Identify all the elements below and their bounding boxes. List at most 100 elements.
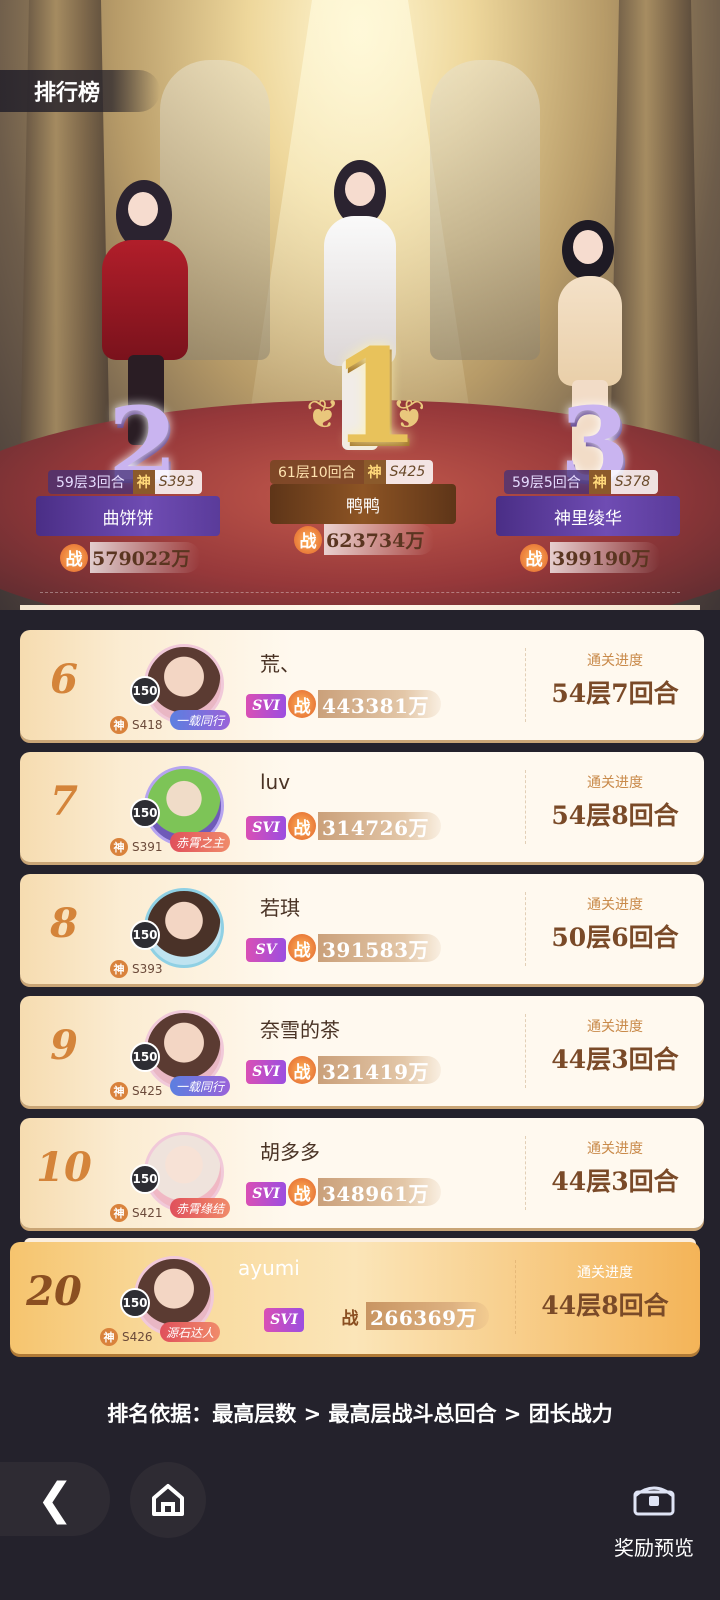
reward-preview-button[interactable]: 奖励预览 (604, 1478, 704, 1561)
row-separator (525, 892, 526, 966)
power-value: 391583万 (318, 934, 441, 962)
progress-value: 44层3回合 (551, 1045, 679, 1074)
avatar[interactable]: 150 神 S421 赤霄缘结 (110, 1128, 234, 1222)
rank-number: 7 (50, 778, 78, 825)
power-icon: 战 (60, 543, 88, 572)
avatar[interactable]: 150 神 S418 一载同行 (110, 640, 234, 734)
progress-value: 50层6回合 (551, 923, 679, 952)
god-badge: 神 (110, 716, 128, 734)
god-badge: 神 (110, 960, 128, 978)
podium-1-server: S425 (385, 460, 434, 484)
home-button[interactable] (130, 1462, 206, 1538)
server-label: S425 (132, 1084, 163, 1098)
row-separator (525, 770, 526, 844)
progress-value: 54层7回合 (551, 679, 679, 708)
progress-label: 通关进度 (577, 1265, 633, 1281)
avatar[interactable]: 150 神 S426 源石达人 (100, 1252, 224, 1346)
podium-3-power-value: 399190万 (550, 542, 661, 573)
list-item[interactable]: 9 150 神 S425 一载同行 奈雪的茶 SVI 战 321419万 通关进度… (20, 996, 704, 1106)
avatar[interactable]: 150 神 S391 赤霄之主 (110, 762, 234, 856)
god-badge: 神 (132, 470, 155, 494)
list-item[interactable]: 7 150 神 S391 赤霄之主 luv SVI 战 314726万 通关进度 … (20, 752, 704, 862)
player-name: 若琪 (260, 896, 300, 920)
player-power: 战 314726万 (288, 812, 441, 840)
row-separator (525, 648, 526, 722)
reward-preview-label: 奖励预览 (614, 1536, 694, 1560)
god-badge: 神 (588, 470, 611, 494)
podium-3-power: 战 399190万 (520, 542, 661, 573)
progress-value: 44层8回合 (541, 1291, 669, 1320)
server-label: S418 (132, 718, 163, 732)
vip-badge: SVI (246, 694, 286, 718)
server-label: S391 (132, 840, 163, 854)
list-item[interactable]: 6 150 神 S418 一载同行 荒、 SVI 战 443381万 通关进度 5… (20, 630, 704, 740)
page-title: 排行榜 (0, 70, 160, 112)
podium-1-power-value: 623734万 (324, 524, 435, 555)
god-badge: 神 (110, 1082, 128, 1100)
server-badge: 神 S425 (110, 1082, 163, 1100)
podium-1-floor: 61层10回合 (270, 460, 364, 484)
player-name: luv (260, 770, 291, 794)
back-button[interactable]: ❮ (0, 1462, 110, 1536)
podium-3-floor: 59层5回合 (504, 470, 589, 494)
podium-1-tag: 61层10回合 神 S425 (270, 460, 434, 484)
podium-2-tag: 59层3回合 神 S393 (48, 470, 203, 494)
vip-badge: SVI (246, 816, 286, 840)
server-badge: 神 S393 (110, 960, 163, 978)
podium-3-tag: 59层5回合 神 S378 (504, 470, 659, 494)
god-badge: 神 (110, 1204, 128, 1222)
player-power: 战 348961万 (288, 1178, 441, 1206)
row-separator (525, 1136, 526, 1210)
power-icon: 战 (294, 525, 322, 554)
progress-value: 54层8回合 (551, 801, 679, 830)
server-label: S421 (132, 1206, 163, 1220)
statue-right (430, 60, 540, 360)
progress-label: 通关进度 (587, 1019, 643, 1035)
avatar-frame-title: 赤霄之主 (170, 832, 231, 852)
power-value: 314726万 (318, 812, 441, 840)
level-badge: 150 (130, 920, 160, 950)
podium-2-name[interactable]: 曲饼饼 (36, 496, 220, 536)
vip-badge: SVI (246, 1182, 286, 1206)
progress-value: 44层3回合 (551, 1167, 679, 1196)
row-separator (515, 1260, 516, 1334)
power-icon: 战 (288, 690, 316, 718)
god-badge: 神 (100, 1328, 118, 1346)
progress-label: 通关进度 (587, 653, 643, 669)
player-name: 奈雪的茶 (260, 1018, 340, 1042)
server-badge: 神 S421 (110, 1204, 163, 1222)
power-value: 321419万 (318, 1056, 441, 1084)
server-label: S393 (132, 962, 163, 976)
player-name: 荒、 (260, 652, 300, 676)
my-rank-row[interactable]: 20 150 神 S426 源石达人 ayumi SVI 战 266369万 通关… (10, 1242, 700, 1354)
power-icon: 战 (288, 934, 316, 962)
list-item[interactable]: 10 150 神 S421 赤霄缘结 胡多多 SVI 战 348961万 通关进度… (20, 1118, 704, 1228)
player-power: 战 266369万 (336, 1302, 489, 1330)
player-power: 战 443381万 (288, 690, 441, 718)
podium-1-name[interactable]: 鸭鸭 (270, 484, 456, 524)
power-icon: 战 (288, 1178, 316, 1206)
rank-number: 8 (50, 900, 78, 947)
podium-3-name[interactable]: 神里绫华 (496, 496, 680, 536)
chevron-left-icon: ❮ (36, 1473, 74, 1525)
rank-number: 20 (26, 1268, 82, 1315)
podium-2-floor: 59层3回合 (48, 470, 133, 494)
avatar-frame-title: 一载同行 (170, 710, 231, 730)
level-badge: 150 (130, 1042, 160, 1072)
power-icon: 战 (288, 1056, 316, 1084)
power-icon: 战 (520, 543, 548, 572)
vip-badge: SVI (246, 1060, 286, 1084)
row-separator (525, 1014, 526, 1088)
avatar[interactable]: 150 神 S393 (110, 884, 234, 978)
list-item[interactable]: 8 150 神 S393 若琪 SV 战 391583万 通关进度 50层6回合 (20, 874, 704, 984)
power-value: 443381万 (318, 690, 441, 718)
avatar[interactable]: 150 神 S425 一载同行 (110, 1006, 234, 1100)
server-badge: 神 S391 (110, 838, 163, 856)
home-icon (152, 1484, 184, 1516)
server-label: S426 (122, 1330, 153, 1344)
avatar-frame-title: 赤霄缘结 (170, 1198, 231, 1218)
ranks-4-5-strip (20, 605, 700, 610)
ranking-rule-text: 排名依据：最高层数 > 最高层战斗总回合 > 团长战力 (107, 1402, 613, 1426)
server-badge: 神 S418 (110, 716, 163, 734)
level-badge: 150 (120, 1288, 150, 1318)
